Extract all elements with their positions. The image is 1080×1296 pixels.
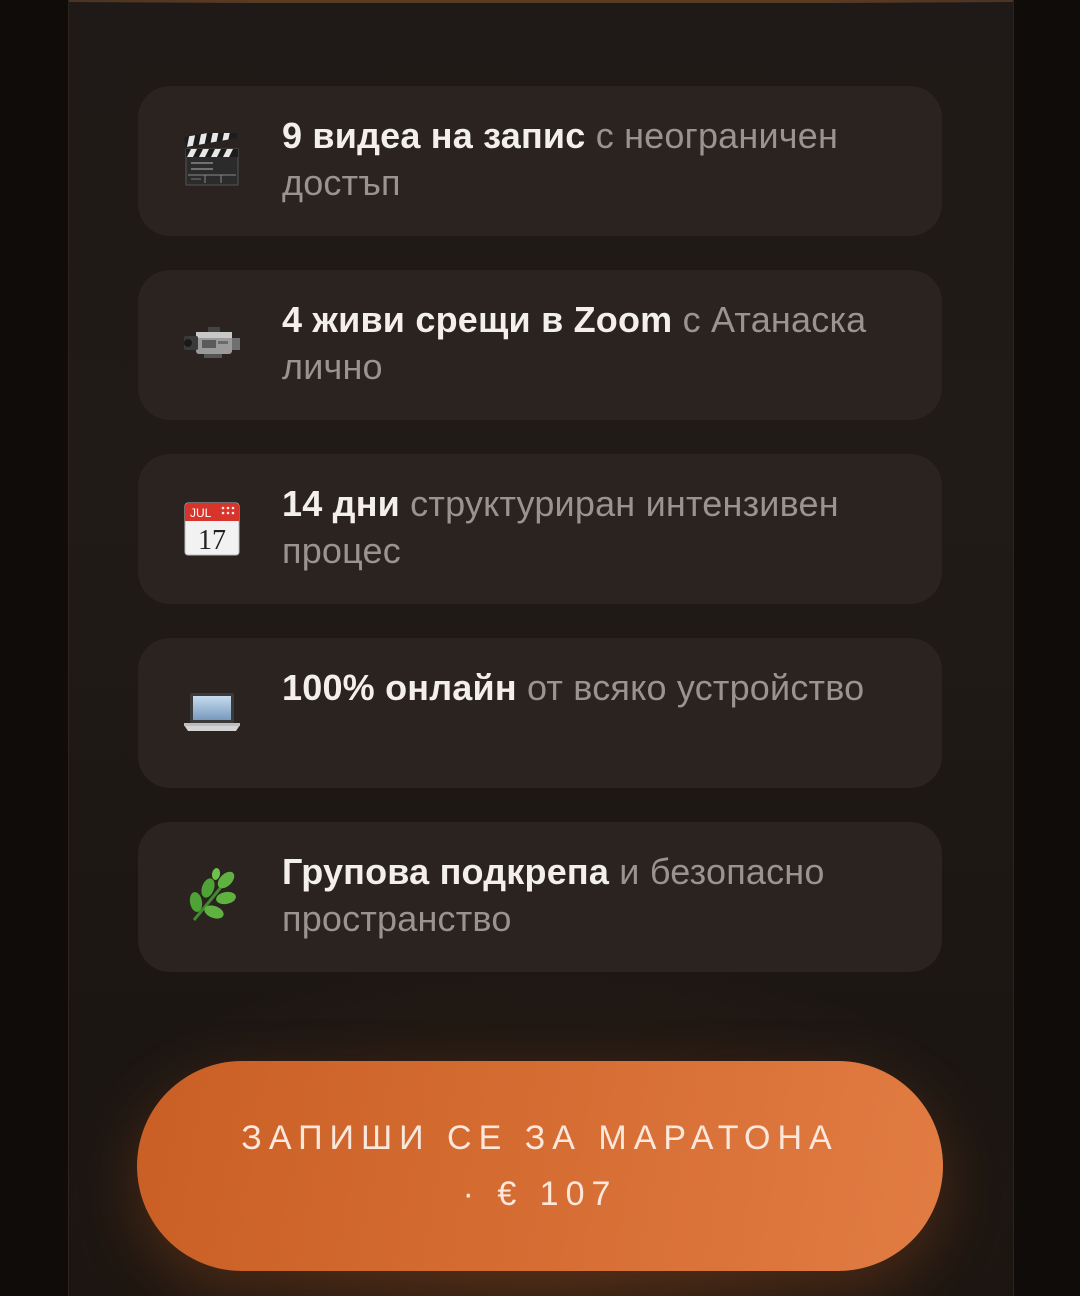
feature-text: 4 живи срещи в Zoom с Атанаска лично	[282, 296, 902, 390]
feature-card-videos: 9 видеа на запис с неограничен достъп	[138, 86, 942, 236]
calendar-month: JUL	[190, 506, 212, 520]
video-camera-icon	[180, 312, 244, 376]
feature-text: 100% онлайн от всяко устройство	[282, 664, 902, 711]
signup-button-label: ЗАПИШИ СЕ ЗА МАРАТОНА	[241, 1119, 839, 1157]
herb-icon	[180, 864, 244, 928]
laptop-icon	[180, 680, 244, 744]
feature-text: Групова подкрепа и безопасно пространств…	[282, 848, 902, 942]
calendar-day: 17	[198, 525, 226, 556]
feature-card-days: JUL 17 14 дни структуриран интензивен пр…	[138, 454, 942, 604]
feature-text: 14 дни структуриран интензивен процес	[282, 480, 902, 574]
signup-button-price: · € 107	[462, 1175, 618, 1213]
signup-button[interactable]: ЗАПИШИ СЕ ЗА МАРАТОНА · € 107	[137, 1061, 943, 1271]
panel-top-border	[69, 0, 1013, 3]
feature-card-support: Групова подкрепа и безопасно пространств…	[138, 822, 942, 972]
feature-card-zoom: 4 живи срещи в Zoom с Атанаска лично	[138, 270, 942, 420]
feature-highlight: 4 живи срещи в Zoom	[282, 299, 673, 340]
feature-text: 9 видеа на запис с неограничен достъп	[282, 112, 902, 206]
feature-highlight: 9 видеа на запис	[282, 115, 586, 156]
calendar-icon: JUL 17	[180, 496, 244, 560]
feature-highlight: Групова подкрепа	[282, 851, 610, 892]
feature-card-online: 100% онлайн от всяко устройство	[138, 638, 942, 788]
feature-highlight: 100% онлайн	[282, 667, 517, 708]
feature-highlight: 14 дни	[282, 483, 400, 524]
clapperboard-icon	[180, 128, 244, 192]
page: 9 видеа на запис с неограничен достъп 4 …	[0, 0, 1080, 1296]
feature-description: от всяко устройство	[516, 667, 865, 708]
